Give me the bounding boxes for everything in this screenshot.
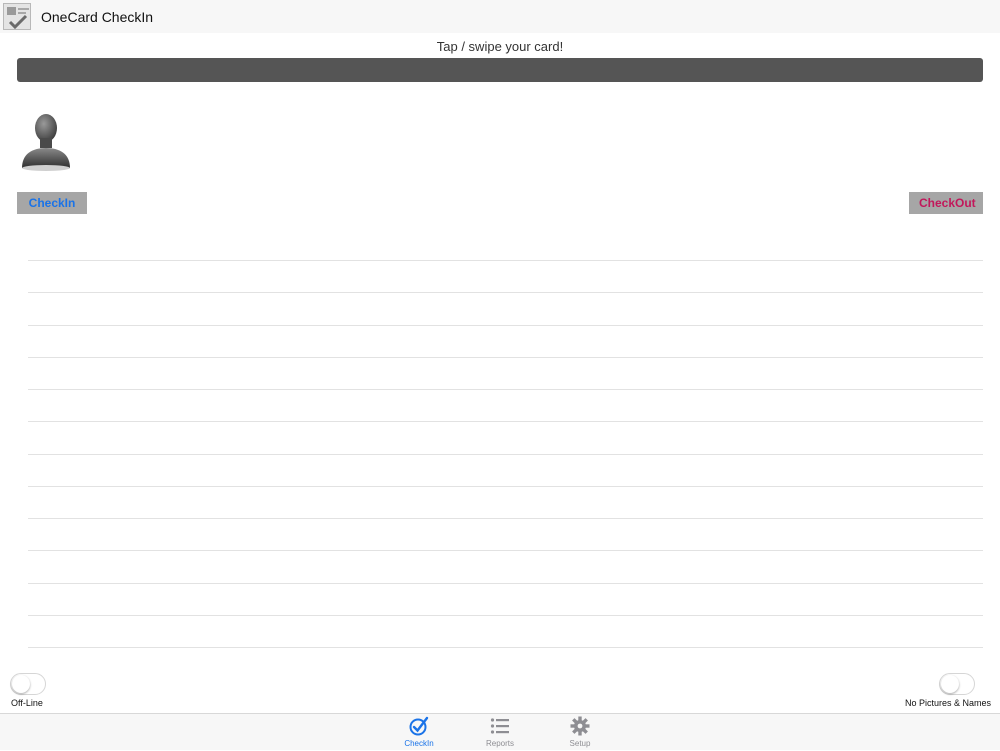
list-row-separator [28, 583, 983, 584]
toggle-knob [941, 675, 959, 693]
tab-checkin[interactable]: CheckIn [389, 714, 449, 751]
no-pictures-label: No Pictures & Names [905, 698, 992, 708]
app-title: OneCard CheckIn [41, 9, 154, 25]
app-icon [3, 3, 31, 30]
no-pictures-toggle[interactable] [939, 673, 975, 695]
list-row-separator [28, 325, 983, 326]
navigation-bar: OneCard CheckIn [0, 0, 1000, 33]
list-row-separator [28, 647, 983, 648]
tab-bar: CheckIn Reports Setup [0, 713, 1000, 750]
offline-label: Off-Line [11, 698, 43, 708]
tab-reports[interactable]: Reports [470, 714, 530, 751]
tab-setup[interactable]: Setup [550, 714, 610, 751]
offline-toggle[interactable] [10, 673, 46, 695]
tab-label: Reports [485, 739, 514, 748]
list-row-separator [28, 454, 983, 455]
list-row-separator [28, 486, 983, 487]
list-row-separator [28, 421, 983, 422]
checkout-button[interactable]: CheckOut [909, 192, 983, 214]
card-status-bar [17, 58, 983, 82]
tab-label: Setup [569, 739, 591, 748]
list-row-separator [28, 260, 983, 261]
card-prompt: Tap / swipe your card! [436, 39, 564, 54]
list-row-separator [28, 357, 983, 358]
list-row-separator [28, 550, 983, 551]
list-row-separator [28, 292, 983, 293]
gear-icon [570, 716, 590, 736]
tab-label: CheckIn [404, 739, 434, 748]
list-icon [490, 718, 509, 734]
list-row-separator [28, 518, 983, 519]
checkmark-circle-icon [409, 716, 429, 736]
person-silhouette-icon [18, 110, 74, 172]
toggle-knob [12, 675, 30, 693]
list-row-separator [28, 389, 983, 390]
list-row-separator [28, 615, 983, 616]
checkin-button[interactable]: CheckIn [17, 192, 87, 214]
